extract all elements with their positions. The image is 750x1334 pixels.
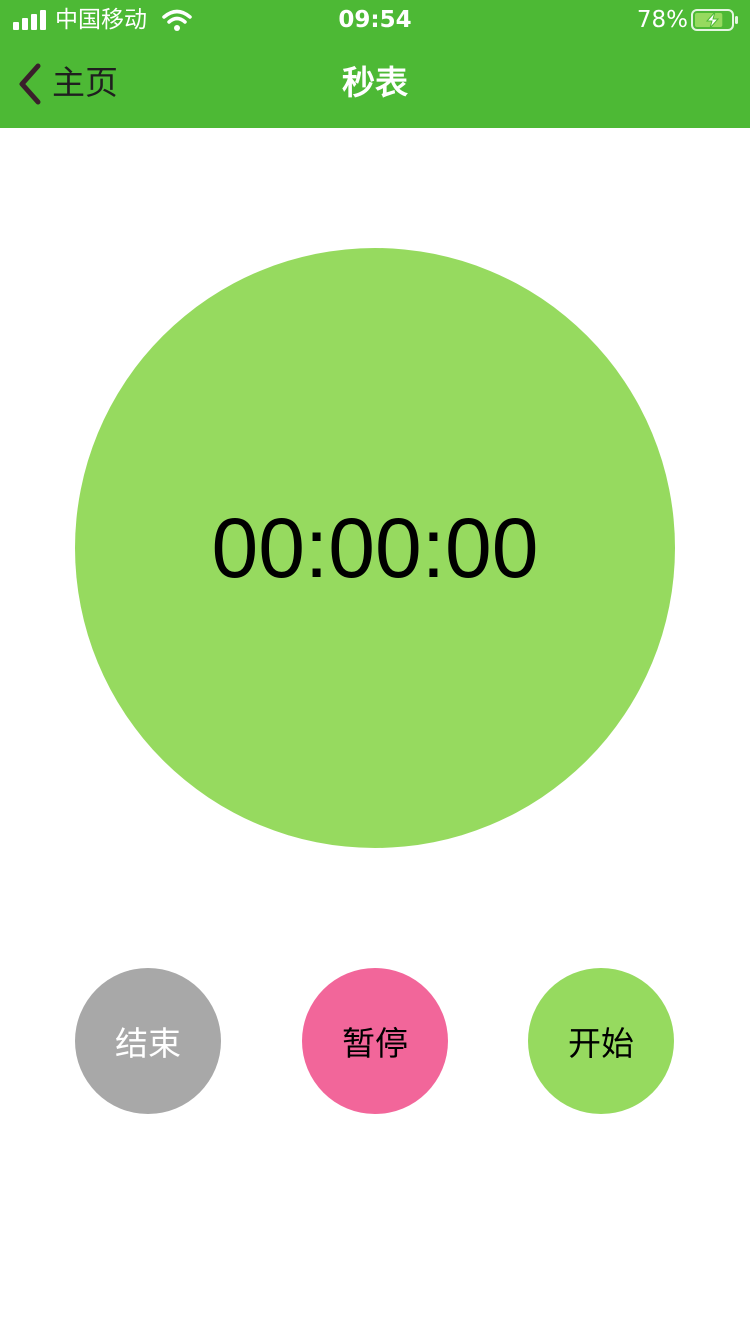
battery-percent: 78%: [636, 7, 688, 33]
back-button[interactable]: 主页: [14, 60, 134, 108]
status-bar: 中国移动 09:54 78%: [0, 0, 750, 40]
end-button-label: 结束: [115, 1024, 181, 1063]
stopwatch-dial: 00:00:00: [75, 248, 675, 848]
elapsed-time-display: 00:00:00: [211, 501, 539, 595]
page-title: 秒表: [342, 63, 408, 102]
battery-charging-icon: [691, 9, 738, 31]
status-time: 09:54: [338, 7, 412, 33]
signal-icon: [13, 10, 47, 30]
wifi-icon: [162, 9, 192, 31]
navigation-header: 中国移动 09:54 78% 主页 秒表: [0, 0, 750, 128]
pause-button[interactable]: 暂停: [302, 968, 448, 1114]
chevron-left-icon: [19, 63, 41, 105]
pause-button-label: 暂停: [342, 1024, 408, 1063]
carrier-name: 中国移动: [55, 7, 147, 33]
end-button[interactable]: 结束: [75, 968, 221, 1114]
start-button[interactable]: 开始: [528, 968, 674, 1114]
start-button-label: 开始: [568, 1024, 634, 1063]
back-label: 主页: [52, 63, 118, 102]
